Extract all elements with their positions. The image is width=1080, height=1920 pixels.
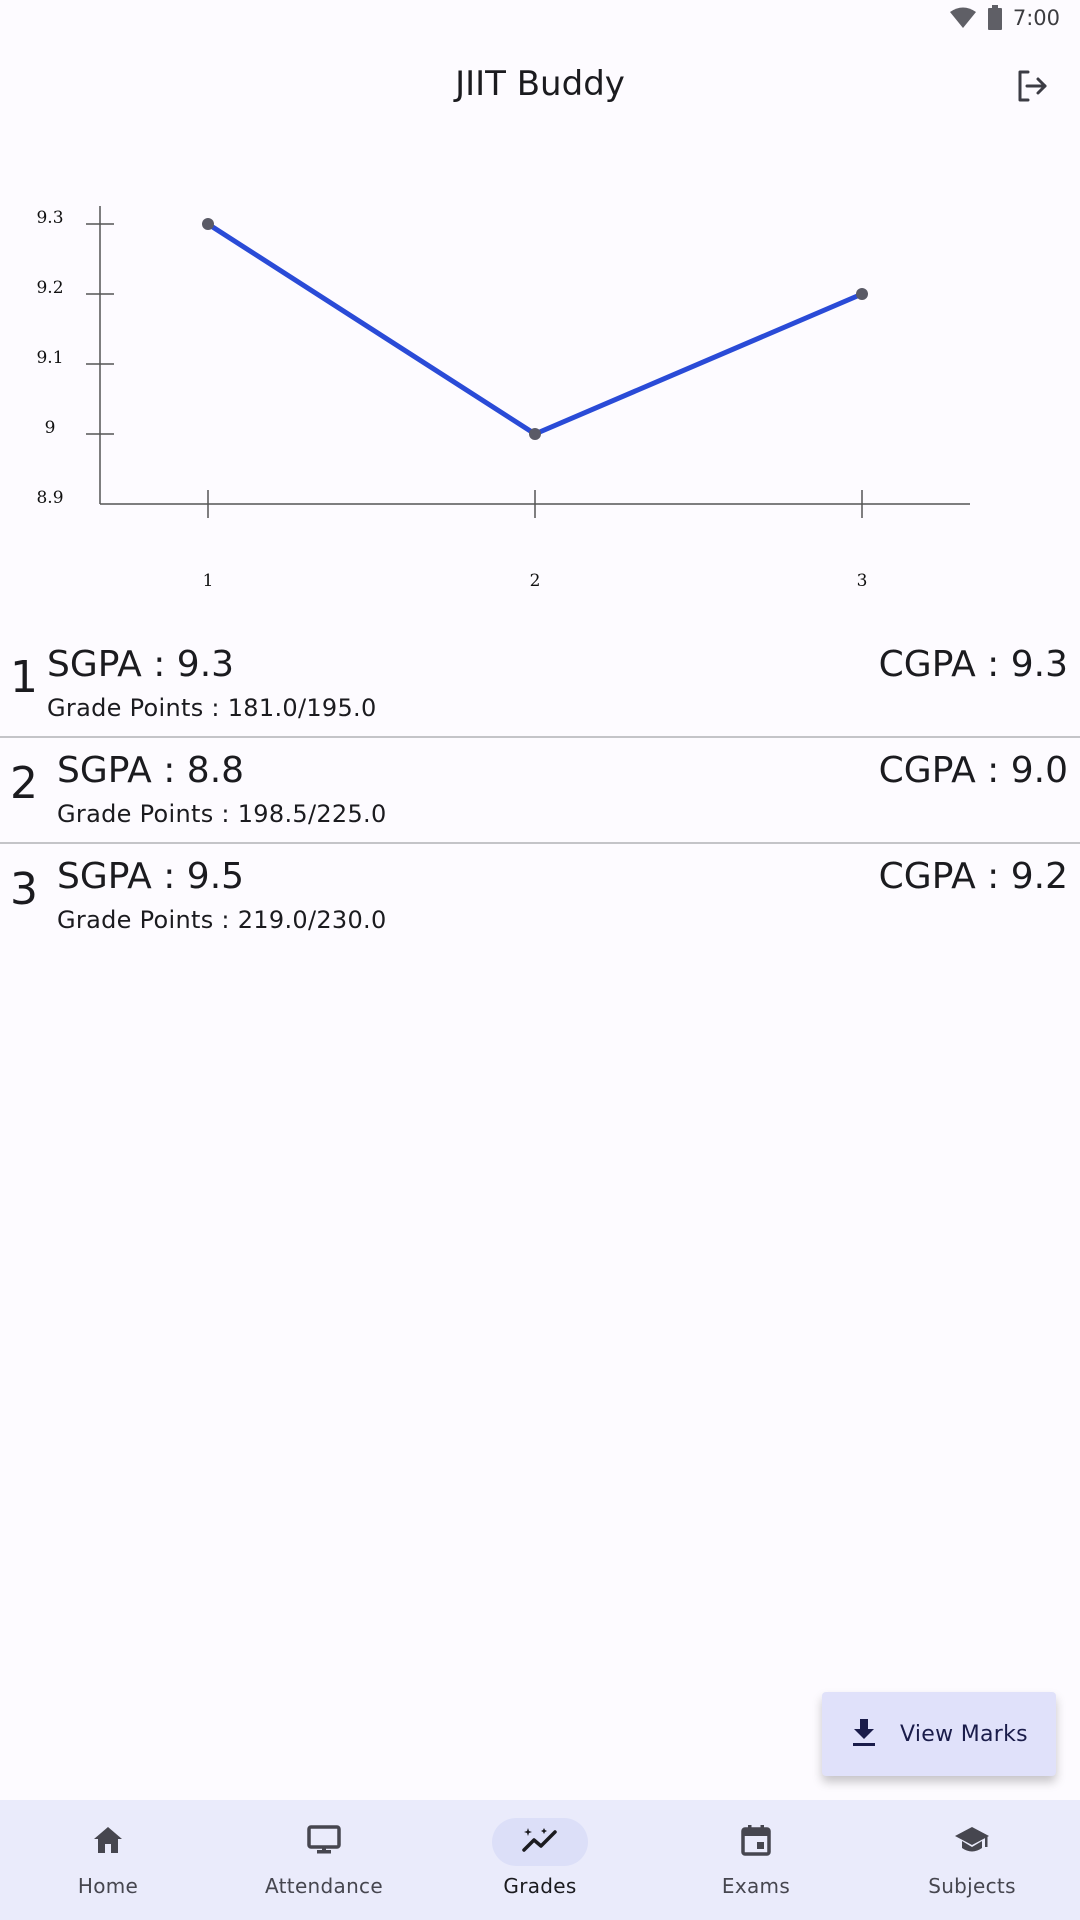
grades-screen: 7:00 JIIT Buddy 9.3 9.2 9.1 9 8.9 1 2 3 1 SGPA … [0, 0, 1080, 1920]
status-bar: 7:00 [0, 0, 1080, 36]
school-icon [954, 1825, 990, 1859]
y-tick-label: 9.1 [36, 348, 63, 368]
nav-indicator [276, 1818, 372, 1866]
nav-indicator [60, 1818, 156, 1866]
nav-subjects[interactable]: Subjects [864, 1800, 1080, 1920]
x-tick-label: 3 [857, 571, 868, 591]
bottom-navigation: Home Attendance Grades Exams Subjects [0, 1800, 1080, 1920]
calendar-icon [741, 1824, 771, 1860]
cgpa-value: CGPA : 9.0 [878, 750, 1068, 791]
cgpa-value: CGPA : 9.2 [878, 856, 1068, 897]
app-bar: JIIT Buddy [0, 36, 1080, 132]
monitor-icon [307, 1825, 341, 1859]
sgpa-value: SGPA : 8.8 [57, 750, 245, 791]
nav-exams[interactable]: Exams [648, 1800, 864, 1920]
series-line [206, 221, 863, 437]
semester-row[interactable]: 1 SGPA : 9.3 Grade Points : 181.0/195.0 … [0, 632, 1080, 738]
nav-label: Exams [721, 1874, 791, 1898]
data-point [856, 288, 868, 300]
nav-attendance[interactable]: Attendance [216, 1800, 432, 1920]
grade-points: Grade Points : 219.0/230.0 [57, 906, 387, 934]
logout-button[interactable] [1002, 58, 1062, 118]
sgpa-value: SGPA : 9.3 [47, 644, 235, 685]
semester-row[interactable]: 2 SGPA : 8.8 Grade Points : 198.5/225.0 … [0, 738, 1080, 844]
semester-number: 2 [10, 758, 38, 809]
view-marks-button[interactable]: View Marks [822, 1692, 1056, 1776]
grades-chart: 9.3 9.2 9.1 9 8.9 1 2 3 [0, 190, 1000, 610]
download-icon [850, 1717, 878, 1751]
data-point [529, 428, 541, 440]
semester-list: 1 SGPA : 9.3 Grade Points : 181.0/195.0 … [0, 632, 1080, 950]
view-marks-label: View Marks [900, 1721, 1028, 1747]
nav-label: Grades [503, 1874, 577, 1898]
semester-number: 1 [10, 652, 38, 703]
chart-svg: 9.3 9.2 9.1 9 8.9 1 2 3 [36, 206, 970, 591]
x-tick-label: 1 [203, 571, 214, 591]
y-tick-label: 8.9 [36, 488, 63, 508]
nav-home[interactable]: Home [0, 1800, 216, 1920]
nav-indicator [924, 1818, 1020, 1866]
wifi-icon [949, 6, 977, 30]
nav-label: Home [77, 1874, 139, 1898]
y-tick-label: 9.3 [36, 208, 63, 228]
y-tick-label: 9 [45, 418, 56, 438]
trending-icon [522, 1826, 558, 1858]
nav-label: Attendance [265, 1874, 383, 1898]
semester-number: 3 [10, 864, 38, 915]
semester-row[interactable]: 3 SGPA : 9.5 Grade Points : 219.0/230.0 … [0, 844, 1080, 950]
nav-grades[interactable]: Grades [432, 1800, 648, 1920]
nav-indicator [492, 1818, 588, 1866]
status-time: 7:00 [1012, 6, 1060, 30]
nav-indicator [708, 1818, 804, 1866]
home-icon [92, 1825, 124, 1859]
data-point [202, 218, 214, 230]
app-title: JIIT Buddy [455, 64, 625, 104]
battery-icon [987, 5, 1003, 31]
grade-points: Grade Points : 181.0/195.0 [47, 694, 377, 722]
y-tick-label: 9.2 [36, 278, 63, 298]
cgpa-value: CGPA : 9.3 [878, 644, 1068, 685]
sgpa-value: SGPA : 9.5 [57, 856, 245, 897]
logout-icon [1014, 68, 1050, 108]
x-tick-label: 2 [530, 571, 541, 591]
nav-label: Subjects [928, 1874, 1016, 1898]
grade-points: Grade Points : 198.5/225.0 [57, 800, 387, 828]
